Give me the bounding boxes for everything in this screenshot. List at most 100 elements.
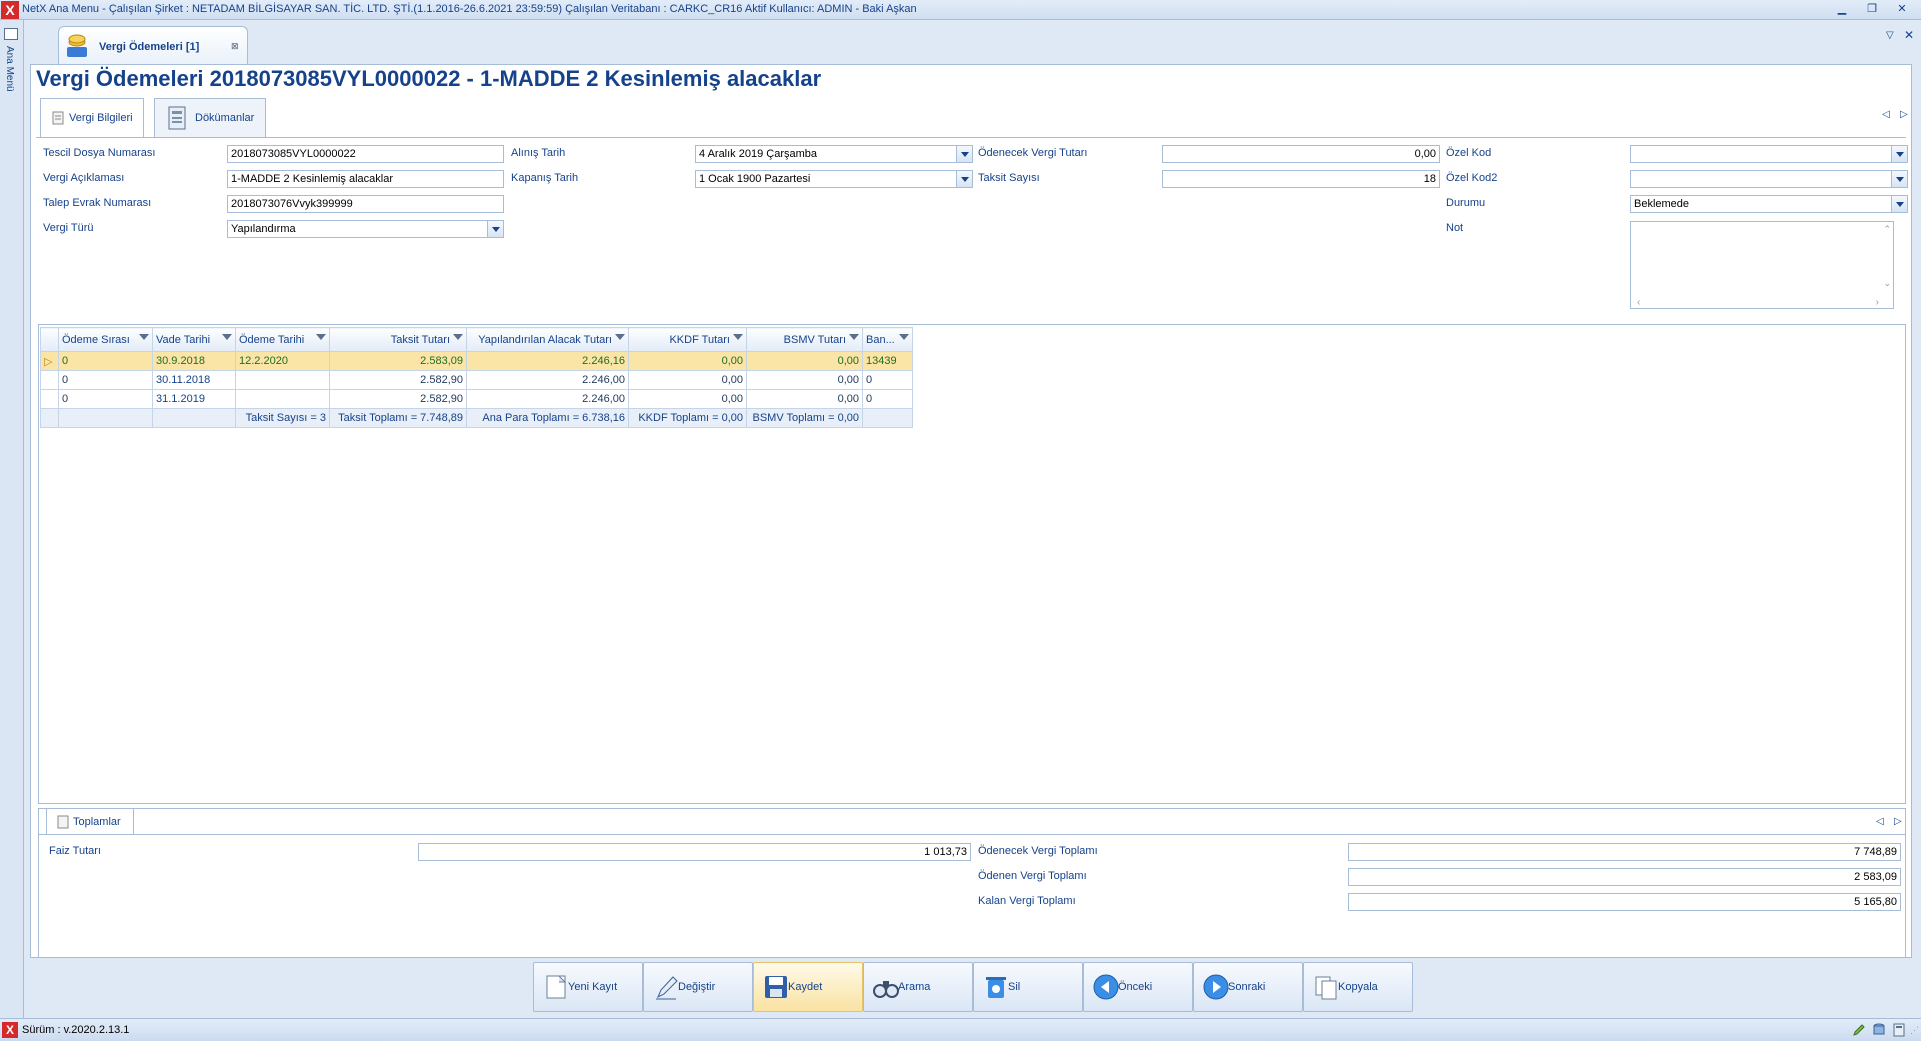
tab-vergi-bilgileri[interactable]: Vergi Bilgileri (40, 98, 144, 138)
filter-icon[interactable] (899, 334, 909, 340)
minimize-button[interactable]: ▁ (1832, 2, 1852, 17)
column-header[interactable]: Ödeme Tarihi (235, 327, 330, 352)
table-cell[interactable]: 2.583,09 (329, 351, 467, 371)
table-cell[interactable]: 0,00 (628, 351, 747, 371)
tab-dokumanlar[interactable]: Dökümanlar (154, 98, 266, 138)
table-cell[interactable]: 2.246,00 (466, 370, 629, 390)
filter-icon[interactable] (453, 334, 463, 340)
table-cell[interactable] (235, 389, 330, 409)
table-cell[interactable]: 0,00 (746, 351, 863, 371)
tab-vergi-odemeleri[interactable]: Vergi Ödemeleri [1] ⊠ (58, 26, 248, 64)
yeni-kayit-button[interactable]: Yeni Kayıt (533, 962, 643, 1012)
scroll-left-icon[interactable]: ‹ (1637, 297, 1640, 308)
table-row[interactable]: 0 31.1.2019 2.582,90 2.246,00 0,00 0,00 … (40, 389, 913, 409)
column-header[interactable]: KKDF Tutarı (628, 327, 747, 352)
database-icon[interactable] (1872, 1023, 1886, 1037)
scroll-right-icon[interactable]: › (1876, 297, 1879, 308)
column-header[interactable]: BSMV Tutarı (746, 327, 863, 352)
ana-menu-label[interactable]: Ana Menü (4, 46, 15, 92)
odenen-vergi-toplami-input[interactable]: 2 583,09 (1348, 868, 1901, 886)
kopyala-button[interactable]: Kopyala (1303, 962, 1413, 1012)
filter-icon[interactable] (316, 334, 326, 340)
kaydet-button[interactable]: Kaydet (753, 962, 863, 1012)
vergi-turu-select[interactable]: Yapılandırma (227, 220, 504, 238)
table-cell[interactable]: 2.582,90 (329, 370, 467, 390)
table-cell[interactable]: 0 (58, 389, 153, 409)
durumu-select[interactable]: Beklemede (1630, 195, 1908, 213)
column-header[interactable]: Yapılandırılan Alacak Tutarı (466, 327, 629, 352)
scroll-left-icon[interactable]: ◁ (1882, 109, 1890, 120)
close-button[interactable]: ✕ (1892, 2, 1912, 17)
table-cell[interactable]: 0 (58, 370, 153, 390)
table-cell[interactable]: 12.2.2020 (235, 351, 330, 371)
scroll-left-icon[interactable]: ◁ (1876, 816, 1884, 827)
table-row[interactable]: ▷ 0 30.9.2018 12.2.2020 2.583,09 2.246,1… (40, 351, 913, 371)
table-cell[interactable]: 0 (862, 370, 913, 390)
table-cell[interactable]: 2.246,16 (466, 351, 629, 371)
scroll-right-icon[interactable]: ▷ (1894, 816, 1902, 827)
table-cell[interactable]: 30.9.2018 (152, 351, 236, 371)
faiz-tutari-input[interactable]: 1 013,73 (418, 843, 971, 861)
tab-close-all-icon[interactable]: ✕ (1904, 28, 1914, 42)
odenecek-vergi-toplami-input[interactable]: 7 748,89 (1348, 843, 1901, 861)
table-cell[interactable]: 0,00 (628, 389, 747, 409)
app-close-icon[interactable]: X (1, 1, 19, 19)
chevron-down-icon[interactable] (1891, 196, 1907, 212)
kapanis-tarih-picker[interactable]: 1 Ocak 1900 Pazartesi (695, 170, 973, 188)
table-cell[interactable]: 0 (862, 389, 913, 409)
table-cell[interactable]: 2.246,00 (466, 389, 629, 409)
side-menu-strip[interactable]: Ana Menü (0, 20, 24, 1020)
tescil-dosya-input[interactable]: 2018073085VYL0000022 (227, 145, 504, 163)
scroll-up-icon[interactable]: ⌃ (1883, 224, 1891, 235)
tab-list-arrow-icon[interactable]: ▽ (1886, 30, 1894, 41)
filter-icon[interactable] (222, 334, 232, 340)
menu-icon[interactable] (4, 28, 18, 40)
filter-icon[interactable] (139, 334, 149, 340)
table-cell[interactable]: 30.11.2018 (152, 370, 236, 390)
table-cell[interactable]: 0,00 (746, 370, 863, 390)
chevron-down-icon[interactable] (1891, 171, 1907, 187)
calculator-icon[interactable] (1892, 1023, 1906, 1037)
alinis-tarih-picker[interactable]: 4 Aralık 2019 Çarşamba (695, 145, 973, 163)
sil-button[interactable]: Sil (973, 962, 1083, 1012)
taksit-sayisi-input[interactable]: 18 (1162, 170, 1440, 188)
table-cell[interactable]: 2.582,90 (329, 389, 467, 409)
ozel-kod2-select[interactable] (1630, 170, 1908, 188)
odenecek-vergi-input[interactable]: 0,00 (1162, 145, 1440, 163)
tab-toplamlar[interactable]: Toplamlar (46, 808, 134, 834)
chevron-down-icon[interactable] (487, 221, 503, 237)
table-cell[interactable]: 0,00 (628, 370, 747, 390)
ozel-kod-select[interactable] (1630, 145, 1908, 163)
table-cell[interactable]: 0,00 (746, 389, 863, 409)
resize-grip-icon[interactable]: ⋰ (1910, 1025, 1919, 1036)
table-row[interactable]: 0 30.11.2018 2.582,90 2.246,00 0,00 0,00… (40, 370, 913, 390)
table-cell[interactable] (235, 370, 330, 390)
tab-close-icon[interactable]: ⊠ (231, 41, 239, 52)
vergi-aciklamasi-input[interactable]: 1-MADDE 2 Kesinlemiş alacaklar (227, 170, 504, 188)
column-header[interactable]: Ödeme Sırası (58, 327, 153, 352)
chevron-down-icon[interactable] (956, 146, 972, 162)
column-header[interactable]: Vade Tarihi (152, 327, 236, 352)
scroll-right-icon[interactable]: ▷ (1900, 109, 1908, 120)
table-cell[interactable]: 31.1.2019 (152, 389, 236, 409)
edit-icon[interactable] (1852, 1023, 1866, 1037)
degistir-button[interactable]: Değiştir (643, 962, 753, 1012)
column-header[interactable]: Ban... (862, 327, 913, 352)
scroll-down-icon[interactable]: ⌄ (1883, 278, 1891, 289)
chevron-down-icon[interactable] (1891, 146, 1907, 162)
column-header[interactable]: Taksit Tutarı (329, 327, 467, 352)
kalan-vergi-toplami-input[interactable]: 5 165,80 (1348, 893, 1901, 911)
tab-label: Toplamlar (73, 816, 121, 828)
restore-button[interactable]: ❐ (1862, 2, 1882, 17)
filter-icon[interactable] (849, 334, 859, 340)
onceki-button[interactable]: Önceki (1083, 962, 1193, 1012)
sonraki-button[interactable]: Sonraki (1193, 962, 1303, 1012)
arama-button[interactable]: Arama (863, 962, 973, 1012)
table-cell[interactable]: 13439 (862, 351, 913, 371)
talep-evrak-input[interactable]: 2018073076Vvyk399999 (227, 195, 504, 213)
filter-icon[interactable] (615, 334, 625, 340)
not-textarea[interactable]: ⌃ ⌄ ‹ › (1630, 221, 1894, 309)
filter-icon[interactable] (733, 334, 743, 340)
table-cell[interactable]: 0 (58, 351, 153, 371)
chevron-down-icon[interactable] (956, 171, 972, 187)
